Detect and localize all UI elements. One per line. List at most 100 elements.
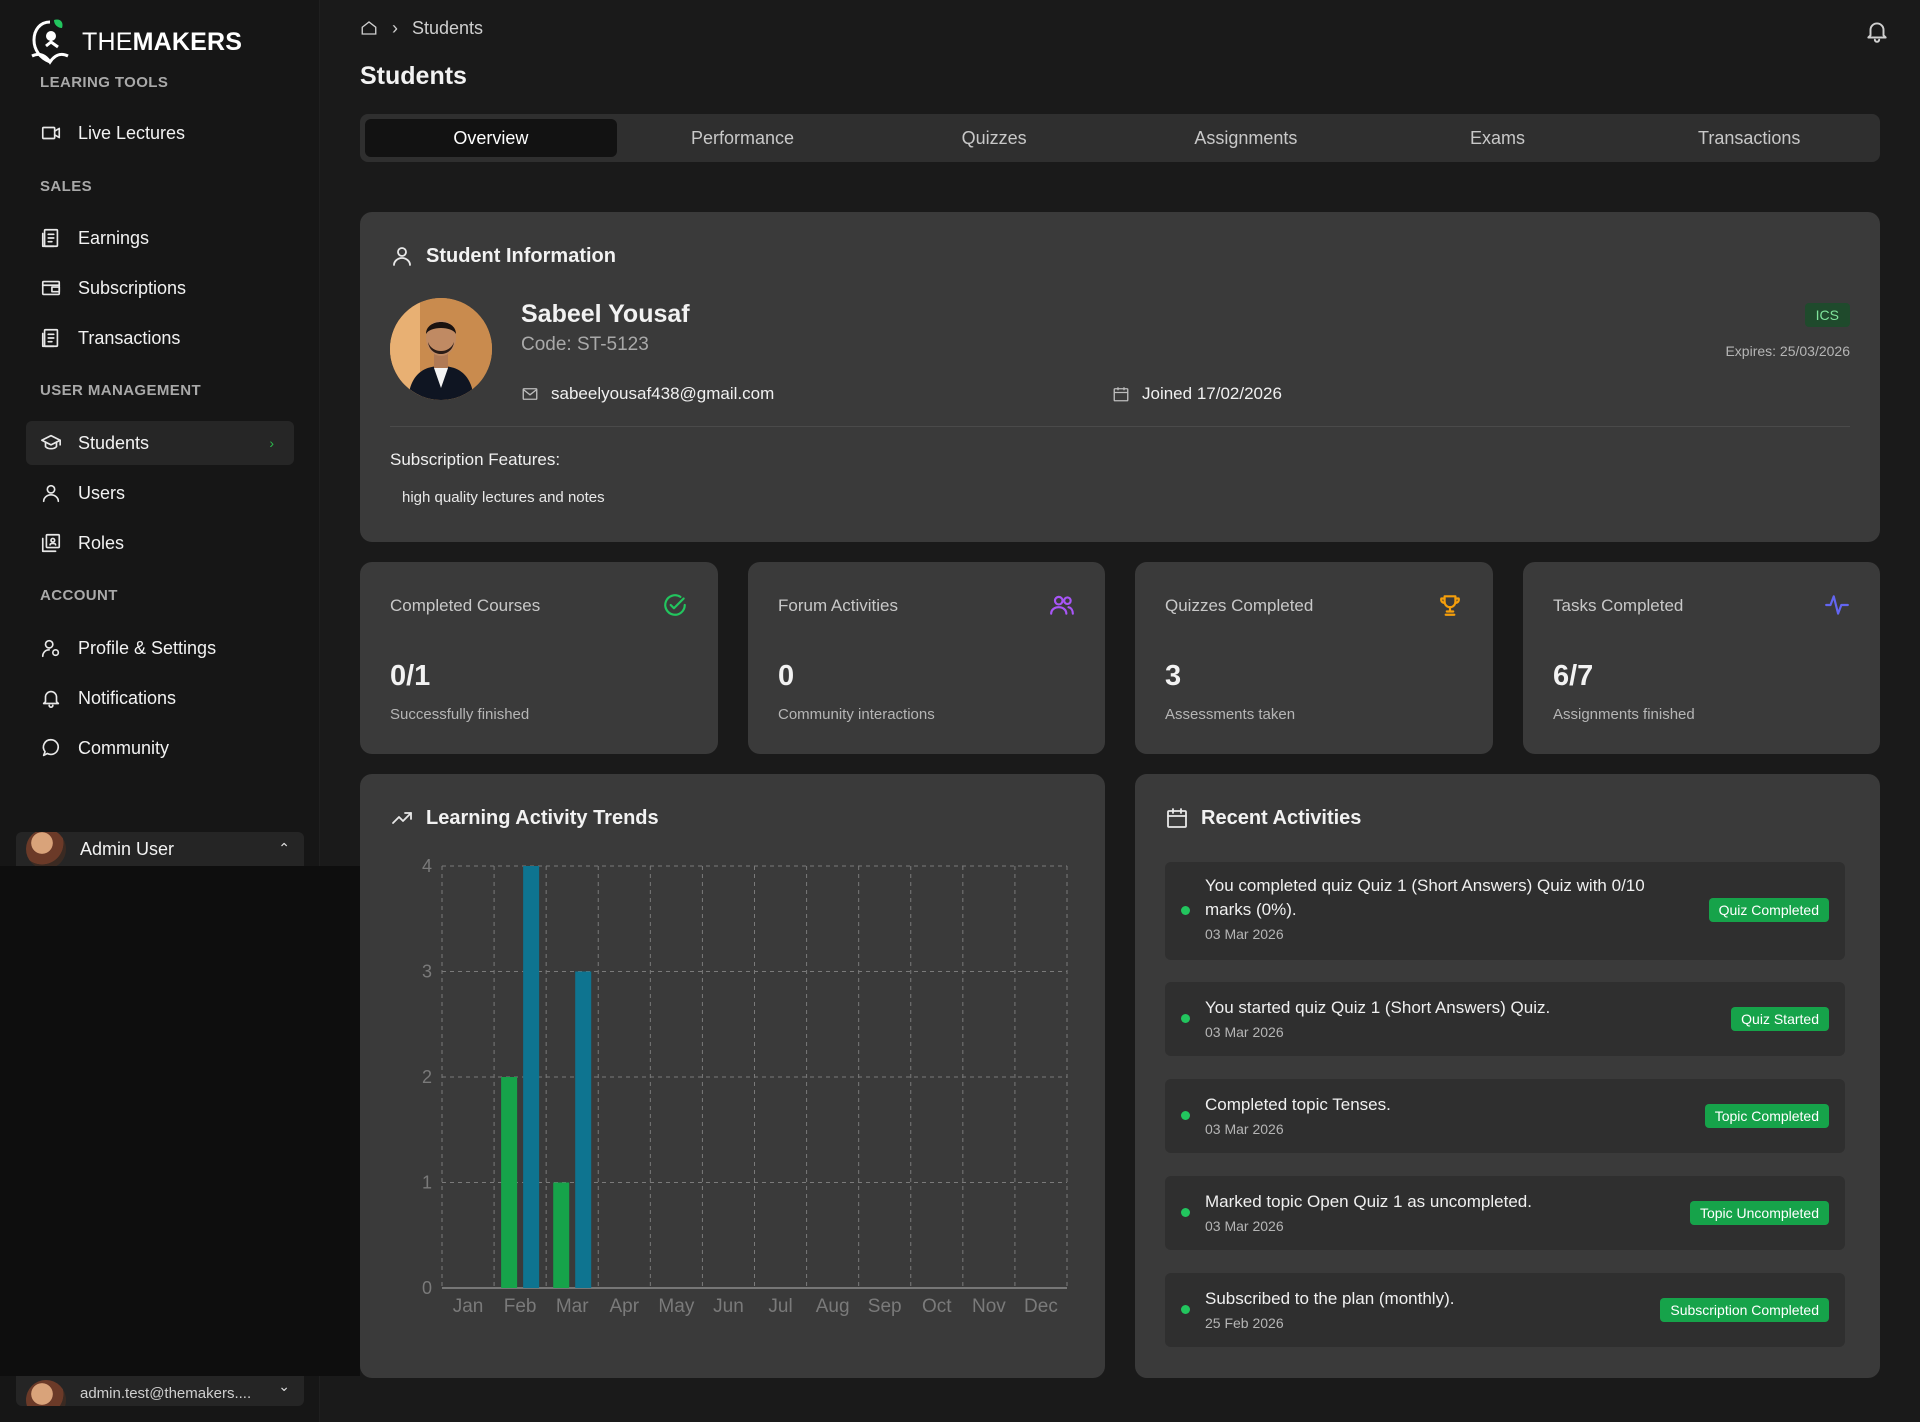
activity-date: 03 Mar 2026 [1205,926,1284,942]
activity-badge: Quiz Completed [1708,898,1829,922]
activity-item[interactable]: Subscribed to the plan (monthly). 25 Feb… [1165,1273,1845,1347]
stat-value: 3 [1165,660,1182,692]
user-cog-icon [40,637,62,659]
tab-transactions[interactable]: Transactions [1623,119,1875,157]
receipt-icon [40,227,62,249]
activity-date: 03 Mar 2026 [1205,1121,1284,1137]
sidebar: THEMAKERS LEARING TOOLS Live Lectures SA… [0,0,360,1422]
user-email-row[interactable]: admin.test@themakers.... ⌄ [16,1376,304,1406]
tab-assignments[interactable]: Assignments [1120,119,1372,157]
stat-card-completed-courses: Completed Courses 0/1 Successfully finis… [360,562,718,754]
student-email[interactable]: sabeelyousaf438@gmail.com [551,384,774,404]
activity-badge: Quiz Started [1731,1007,1829,1031]
tab-quizzes[interactable]: Quizzes [868,119,1120,157]
activity-item[interactable]: You completed quiz Quiz 1 (Short Answers… [1165,862,1845,960]
sidebar-item-community[interactable]: Community [26,726,294,770]
makers-logo-icon [31,19,69,65]
stat-value: 0/1 [390,660,431,692]
stat-label: Forum Activities [778,596,898,615]
user-icon [393,247,411,266]
check-circle-icon [662,592,688,623]
avatar [26,832,66,866]
stat-value: 6/7 [1553,660,1594,692]
activity-text: You completed quiz Quiz 1 (Short Answers… [1205,876,1645,919]
x-tick-label: Mar [556,1296,589,1317]
y-tick-label: 4 [422,856,432,876]
stat-subtitle: Community interactions [778,706,935,723]
x-tick-label: Sep [868,1296,902,1317]
sidebar-item-label: Users [78,482,126,503]
student-photo [390,298,492,400]
student-info-card: Student Information Sabeel Yousaf Code: … [360,212,1880,542]
brand-prefix: THE [82,27,133,56]
user-menu-trigger[interactable]: Admin User ⌃ [16,832,304,866]
wallet-icon [40,277,62,299]
sidebar-item-users[interactable]: Users [26,471,294,515]
section-sales: SALES [40,178,93,195]
mail-icon [522,388,538,400]
student-name: Sabeel Yousaf [521,300,690,328]
sidebar-item-notifications[interactable]: Notifications [26,676,294,720]
activity-badge: Topic Uncompleted [1689,1201,1829,1225]
student-code: Code: ST-5123 [521,334,649,355]
student-info-title: Student Information [426,244,616,267]
stat-card-forum-activities: Forum Activities 0 Community interaction… [748,562,1105,754]
sidebar-item-subscriptions[interactable]: Subscriptions [26,266,294,310]
chevron-down-icon: ⌄ [278,1378,290,1394]
activity-date: 03 Mar 2026 [1205,1218,1284,1234]
chart-bar [501,1077,518,1288]
user-dropdown-menu [0,866,360,1376]
sidebar-item-transactions[interactable]: Transactions [26,316,294,360]
roles-icon [40,532,62,554]
sidebar-item-label: Earnings [78,227,150,248]
activity-icon [1824,592,1850,623]
sidebar-item-label: Community [78,737,170,758]
stat-label: Quizzes Completed [1165,596,1314,615]
tab-exams[interactable]: Exams [1372,119,1624,157]
activity-date: 25 Feb 2026 [1205,1315,1284,1331]
student-joined: Joined 17/02/2026 [1142,384,1282,403]
status-dot [1181,906,1190,915]
plan-badge: ICS [1804,303,1850,327]
y-tick-label: 3 [422,962,432,982]
sidebar-item-earnings[interactable]: Earnings [26,216,294,260]
brand-logo[interactable]: THEMAKERS [24,14,242,70]
activity-item[interactable]: You started quiz Quiz 1 (Short Answers) … [1165,982,1845,1056]
stat-card-quizzes-completed: Quizzes Completed 3 Assessments taken [1135,562,1493,754]
activity-badge: Subscription Completed [1660,1298,1829,1322]
calendar-icon [1167,808,1187,828]
sidebar-item-roles[interactable]: Roles [26,521,294,565]
tab-bar: Overview Performance Quizzes Assignments… [360,114,1880,162]
recent-activities-title: Recent Activities [1201,806,1362,829]
stat-label: Completed Courses [390,596,541,615]
x-tick-label: Jun [713,1296,744,1317]
stat-subtitle: Successfully finished [390,706,530,723]
brand-name: MAKERS [132,27,243,56]
stat-subtitle: Assignments finished [1553,706,1695,723]
stat-label: Tasks Completed [1553,596,1684,615]
graduation-cap-icon [40,432,62,454]
sidebar-item-profile-settings[interactable]: Profile & Settings [26,626,294,670]
user-email: admin.test@themakers.... [80,1385,252,1402]
stat-card-tasks-completed: Tasks Completed 6/7 Assignments finished [1523,562,1880,754]
activity-item[interactable]: Completed topic Tenses. 03 Mar 2026 Topi… [1165,1079,1845,1153]
activity-badge: Topic Completed [1704,1104,1829,1128]
sidebar-item-students[interactable]: Students › [26,421,294,465]
divider [390,426,1850,427]
stat-value: 0 [778,660,795,692]
status-dot [1181,1208,1190,1217]
subscription-feature: high quality lectures and notes [402,489,605,506]
sidebar-item-label: Live Lectures [78,122,186,143]
avatar [26,1380,66,1406]
stat-subtitle: Assessments taken [1165,706,1296,723]
sidebar-item-live-lectures[interactable]: Live Lectures [26,111,294,155]
student-email-row: sabeelyousaf438@gmail.com [521,384,774,404]
activity-item[interactable]: Marked topic Open Quiz 1 as uncompleted.… [1165,1176,1845,1250]
home-icon[interactable] [360,19,378,37]
notifications-button[interactable] [1864,18,1890,49]
tab-performance[interactable]: Performance [617,119,869,157]
x-tick-label: Aug [816,1296,850,1317]
sidebar-item-label: Students [78,432,150,453]
tab-overview[interactable]: Overview [365,119,617,157]
activity-text: Marked topic Open Quiz 1 as uncompleted. [1205,1192,1532,1211]
